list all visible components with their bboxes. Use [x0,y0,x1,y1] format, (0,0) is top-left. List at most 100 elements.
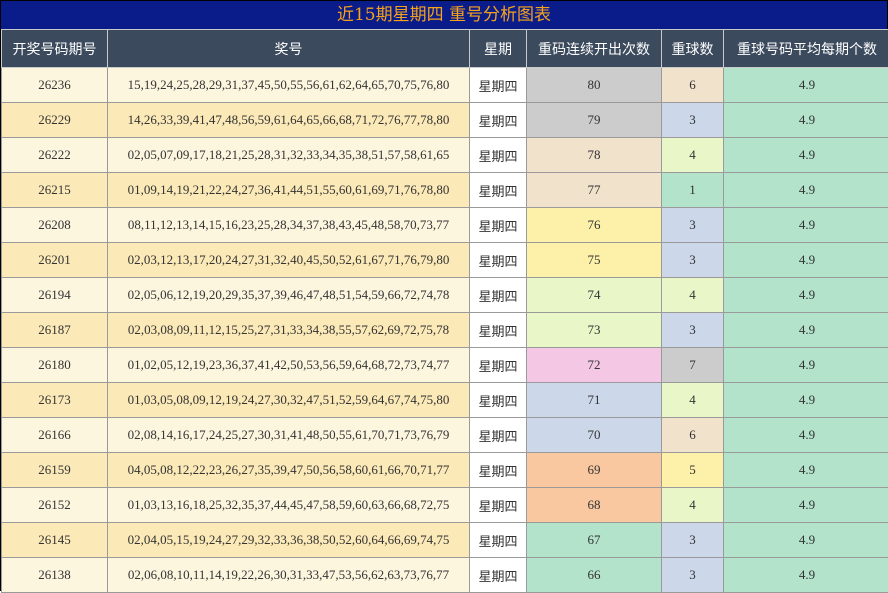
header-numbers: 奖号 [108,30,470,68]
table-row: 2622202,05,07,09,17,18,21,25,28,31,32,33… [2,138,888,173]
cell-weekday: 星期四 [470,348,527,383]
cell-numbers: 01,02,05,12,19,23,36,37,41,42,50,53,56,5… [108,348,470,383]
cell-numbers: 14,26,33,39,41,47,48,56,59,61,64,65,66,6… [108,103,470,138]
cell-run-count: 67 [527,523,662,558]
cell-repeat-count: 3 [662,243,724,278]
cell-numbers: 02,03,08,09,11,12,15,25,27,31,33,34,38,5… [108,313,470,348]
cell-average: 4.9 [724,558,888,593]
cell-average: 4.9 [724,68,888,103]
cell-average: 4.9 [724,418,888,453]
cell-weekday: 星期四 [470,138,527,173]
table-row: 2615904,05,08,12,22,23,26,27,35,39,47,50… [2,453,888,488]
cell-average: 4.9 [724,488,888,523]
header-weekday: 星期 [470,30,527,68]
cell-weekday: 星期四 [470,523,527,558]
table-row: 2620102,03,12,13,17,20,24,27,31,32,40,45… [2,243,888,278]
table-row: 2615201,03,13,16,18,25,32,35,37,44,45,47… [2,488,888,523]
table-header-row: 开奖号码期号 奖号 星期 重码连续开出次数 重球数 重球号码平均每期个数 [2,30,888,68]
cell-repeat-count: 6 [662,418,724,453]
cell-repeat-count: 3 [662,523,724,558]
cell-average: 4.9 [724,208,888,243]
cell-weekday: 星期四 [470,558,527,593]
cell-weekday: 星期四 [470,383,527,418]
cell-run-count: 72 [527,348,662,383]
cell-run-count: 66 [527,558,662,593]
cell-run-count: 70 [527,418,662,453]
cell-issue: 26180 [2,348,108,383]
cell-weekday: 星期四 [470,488,527,523]
header-repeat-count: 重球数 [662,30,724,68]
cell-run-count: 80 [527,68,662,103]
table-row: 2614502,04,05,15,19,24,27,29,32,33,36,38… [2,523,888,558]
cell-average: 4.9 [724,173,888,208]
cell-weekday: 星期四 [470,243,527,278]
cell-repeat-count: 4 [662,278,724,313]
repeat-number-table: 开奖号码期号 奖号 星期 重码连续开出次数 重球数 重球号码平均每期个数 262… [1,29,888,593]
cell-weekday: 星期四 [470,173,527,208]
cell-average: 4.9 [724,243,888,278]
table-row: 2616602,08,14,16,17,24,25,27,30,31,41,48… [2,418,888,453]
cell-weekday: 星期四 [470,208,527,243]
cell-weekday: 星期四 [470,453,527,488]
cell-weekday: 星期四 [470,278,527,313]
cell-repeat-count: 4 [662,488,724,523]
cell-issue: 26229 [2,103,108,138]
cell-numbers: 02,03,12,13,17,20,24,27,31,32,40,45,50,5… [108,243,470,278]
cell-numbers: 02,06,08,10,11,14,19,22,26,30,31,33,47,5… [108,558,470,593]
cell-average: 4.9 [724,348,888,383]
cell-run-count: 76 [527,208,662,243]
cell-issue: 26159 [2,453,108,488]
cell-issue: 26215 [2,173,108,208]
cell-run-count: 78 [527,138,662,173]
cell-repeat-count: 3 [662,208,724,243]
cell-numbers: 02,08,14,16,17,24,25,27,30,31,41,48,50,5… [108,418,470,453]
page-title: 近15期星期四 重号分析图表 [1,1,887,29]
cell-run-count: 77 [527,173,662,208]
cell-repeat-count: 5 [662,453,724,488]
cell-numbers: 02,04,05,15,19,24,27,29,32,33,36,38,50,5… [108,523,470,558]
cell-numbers: 01,03,13,16,18,25,32,35,37,44,45,47,58,5… [108,488,470,523]
cell-average: 4.9 [724,383,888,418]
table-row: 2621501,09,14,19,21,22,24,27,36,41,44,51… [2,173,888,208]
cell-run-count: 69 [527,453,662,488]
cell-issue: 26187 [2,313,108,348]
cell-repeat-count: 7 [662,348,724,383]
header-issue: 开奖号码期号 [2,30,108,68]
cell-run-count: 68 [527,488,662,523]
cell-repeat-count: 4 [662,138,724,173]
table-row: 2617301,03,05,08,09,12,19,24,27,30,32,47… [2,383,888,418]
header-run-count: 重码连续开出次数 [527,30,662,68]
cell-numbers: 02,05,07,09,17,18,21,25,28,31,32,33,34,3… [108,138,470,173]
cell-numbers: 01,03,05,08,09,12,19,24,27,30,32,47,51,5… [108,383,470,418]
table-row: 2618001,02,05,12,19,23,36,37,41,42,50,53… [2,348,888,383]
cell-numbers: 01,09,14,19,21,22,24,27,36,41,44,51,55,6… [108,173,470,208]
cell-run-count: 71 [527,383,662,418]
chart-frame: 近15期星期四 重号分析图表 开奖号码期号 奖号 星期 重码连续开出次数 重球数… [0,0,888,591]
cell-issue: 26173 [2,383,108,418]
cell-numbers: 15,19,24,25,28,29,31,37,45,50,55,56,61,6… [108,68,470,103]
cell-repeat-count: 3 [662,103,724,138]
cell-issue: 26194 [2,278,108,313]
cell-issue: 26236 [2,68,108,103]
cell-weekday: 星期四 [470,103,527,138]
cell-issue: 26166 [2,418,108,453]
table-row: 2622914,26,33,39,41,47,48,56,59,61,64,65… [2,103,888,138]
cell-numbers: 02,05,06,12,19,20,29,35,37,39,46,47,48,5… [108,278,470,313]
table-row: 2619402,05,06,12,19,20,29,35,37,39,46,47… [2,278,888,313]
cell-average: 4.9 [724,103,888,138]
cell-weekday: 星期四 [470,418,527,453]
cell-average: 4.9 [724,523,888,558]
table-row: 2620808,11,12,13,14,15,16,23,25,28,34,37… [2,208,888,243]
cell-run-count: 75 [527,243,662,278]
cell-numbers: 04,05,08,12,22,23,26,27,35,39,47,50,56,5… [108,453,470,488]
cell-issue: 26138 [2,558,108,593]
cell-issue: 26152 [2,488,108,523]
header-average: 重球号码平均每期个数 [724,30,888,68]
table-row: 2618702,03,08,09,11,12,15,25,27,31,33,34… [2,313,888,348]
cell-issue: 26201 [2,243,108,278]
cell-repeat-count: 1 [662,173,724,208]
cell-issue: 26208 [2,208,108,243]
cell-run-count: 74 [527,278,662,313]
cell-average: 4.9 [724,278,888,313]
cell-weekday: 星期四 [470,68,527,103]
